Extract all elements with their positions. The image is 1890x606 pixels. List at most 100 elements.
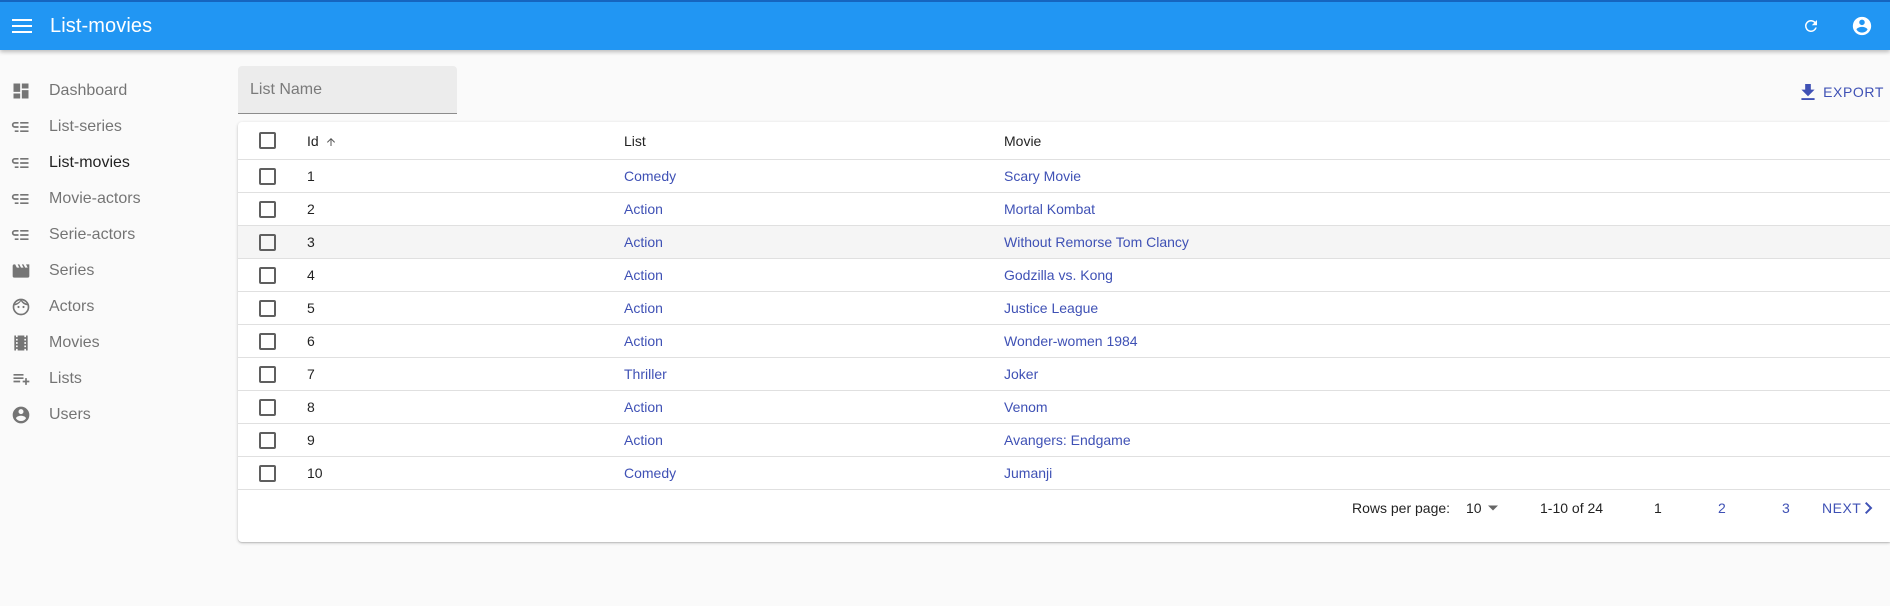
sidebar-item-label: Serie-actors [49, 226, 136, 243]
cell-movie-link[interactable]: Without Remorse Tom Clancy [1004, 234, 1189, 251]
sidebar-item-label: Dashboard [49, 82, 128, 99]
user-menu-button[interactable] [1848, 12, 1876, 40]
sidebar: Dashboard List-series List-movies Movie-… [0, 73, 230, 433]
row-checkbox[interactable] [259, 168, 276, 185]
sidebar-item-label: List-series [49, 118, 122, 135]
row-checkbox[interactable] [259, 333, 276, 350]
data-table: Id List Movie 1 Comedy Scary Movie 2 Act… [238, 122, 1890, 542]
cell-list-link[interactable]: Action [624, 267, 663, 284]
cell-movie-link[interactable]: Justice League [1004, 300, 1098, 317]
page-button-1[interactable]: 1 [1654, 500, 1662, 516]
cell-list-link[interactable]: Action [624, 333, 663, 350]
page-button-2[interactable]: 2 [1718, 500, 1726, 516]
sidebar-item-label: Users [49, 406, 91, 423]
table-row[interactable]: 5 Action Justice League [238, 292, 1890, 325]
sidebar-item-lists[interactable]: Lists [0, 361, 230, 397]
select-all-checkbox[interactable] [259, 132, 276, 149]
column-header-list[interactable]: List [624, 133, 646, 150]
column-header-id[interactable]: Id [307, 133, 337, 150]
cell-list-link[interactable]: Action [624, 201, 663, 218]
sidebar-item-dashboard[interactable]: Dashboard [0, 73, 230, 109]
row-checkbox[interactable] [259, 300, 276, 317]
column-header-label: Id [307, 133, 319, 149]
cell-id: 3 [307, 234, 315, 250]
table-row[interactable]: 1 Comedy Scary Movie [238, 160, 1890, 193]
sidebar-item-label: Movie-actors [49, 190, 141, 207]
cell-list-link[interactable]: Action [624, 432, 663, 449]
row-checkbox[interactable] [259, 465, 276, 482]
rows-per-page-label: Rows per page: [1352, 500, 1451, 516]
account-circle-icon [11, 405, 31, 425]
cell-movie-link[interactable]: Joker [1004, 366, 1038, 383]
cell-list-link[interactable]: Thriller [624, 366, 667, 383]
cell-id: 6 [307, 333, 315, 349]
chevron-right-icon [1865, 502, 1873, 514]
cell-movie-link[interactable]: Venom [1004, 399, 1048, 416]
page-button-3[interactable]: 3 [1782, 500, 1790, 516]
sidebar-item-movies[interactable]: Movies [0, 325, 230, 361]
list-icon [11, 189, 31, 209]
table-row[interactable]: 2 Action Mortal Kombat [238, 193, 1890, 226]
list-icon [11, 153, 31, 173]
refresh-button[interactable] [1797, 12, 1825, 40]
rows-per-page-select[interactable]: 10 [1466, 500, 1498, 516]
cell-movie-link[interactable]: Scary Movie [1004, 168, 1081, 185]
caret-down-icon [1487, 505, 1498, 511]
cell-list-link[interactable]: Action [624, 399, 663, 416]
row-checkbox[interactable] [259, 267, 276, 284]
sidebar-item-label: List-movies [49, 154, 130, 171]
table-row[interactable]: 6 Action Wonder-women 1984 [238, 325, 1890, 358]
cell-list-link[interactable]: Comedy [624, 168, 676, 185]
sidebar-item-users[interactable]: Users [0, 397, 230, 433]
list-name-filter-input[interactable]: List Name [238, 66, 457, 114]
sidebar-item-actors[interactable]: Actors [0, 289, 230, 325]
sidebar-item-label: Movies [49, 334, 100, 351]
pagination-range: 1-10 of 24 [1540, 500, 1604, 516]
sidebar-item-serie-actors[interactable]: Serie-actors [0, 217, 230, 253]
cell-id: 2 [307, 201, 315, 217]
menu-button[interactable] [11, 15, 33, 37]
download-icon [1801, 84, 1815, 100]
next-page-button[interactable]: NEXT [1822, 500, 1873, 516]
table-row[interactable]: 3 Action Without Remorse Tom Clancy [238, 226, 1890, 259]
row-checkbox[interactable] [259, 399, 276, 416]
refresh-icon [1804, 19, 1817, 32]
cell-movie-link[interactable]: Wonder-women 1984 [1004, 333, 1138, 350]
row-checkbox[interactable] [259, 432, 276, 449]
sidebar-item-series[interactable]: Series [0, 253, 230, 289]
arrow-up-icon [326, 137, 335, 146]
table-row[interactable]: 8 Action Venom [238, 391, 1890, 424]
row-checkbox[interactable] [259, 201, 276, 218]
export-button[interactable]: EXPORT [1801, 84, 1884, 100]
table-row[interactable]: 9 Action Avangers: Endgame [238, 424, 1890, 457]
sidebar-item-list-series[interactable]: List-series [0, 109, 230, 145]
cell-movie-link[interactable]: Godzilla vs. Kong [1004, 267, 1113, 284]
dashboard-icon [11, 81, 31, 101]
row-checkbox[interactable] [259, 234, 276, 251]
table-row[interactable]: 4 Action Godzilla vs. Kong [238, 259, 1890, 292]
cell-id: 7 [307, 366, 315, 382]
cell-list-link[interactable]: Action [624, 300, 663, 317]
row-checkbox[interactable] [259, 366, 276, 383]
cell-movie-link[interactable]: Mortal Kombat [1004, 201, 1095, 218]
column-header-movie[interactable]: Movie [1004, 133, 1041, 150]
cell-list-link[interactable]: Action [624, 234, 663, 251]
cell-id: 8 [307, 399, 315, 415]
menu-icon [12, 19, 32, 33]
table-row[interactable]: 10 Comedy Jumanji [238, 457, 1890, 490]
table-row[interactable]: 7 Thriller Joker [238, 358, 1890, 391]
cell-id: 4 [307, 267, 315, 283]
film-icon [11, 333, 31, 353]
sidebar-item-list-movies[interactable]: List-movies [0, 145, 230, 181]
cell-movie-link[interactable]: Jumanji [1004, 465, 1052, 482]
cell-list-link[interactable]: Comedy [624, 465, 676, 482]
pagination: Rows per page: 10 1-10 of 24 1 2 3 NEXT [238, 492, 1890, 522]
cell-id: 1 [307, 168, 315, 184]
cell-movie-link[interactable]: Avangers: Endgame [1004, 432, 1131, 449]
sidebar-item-movie-actors[interactable]: Movie-actors [0, 181, 230, 217]
cell-id: 5 [307, 300, 315, 316]
movie-icon [11, 261, 31, 281]
account-circle-icon [1852, 16, 1872, 36]
app-bar: List-movies [0, 0, 1890, 50]
list-icon [11, 225, 31, 245]
